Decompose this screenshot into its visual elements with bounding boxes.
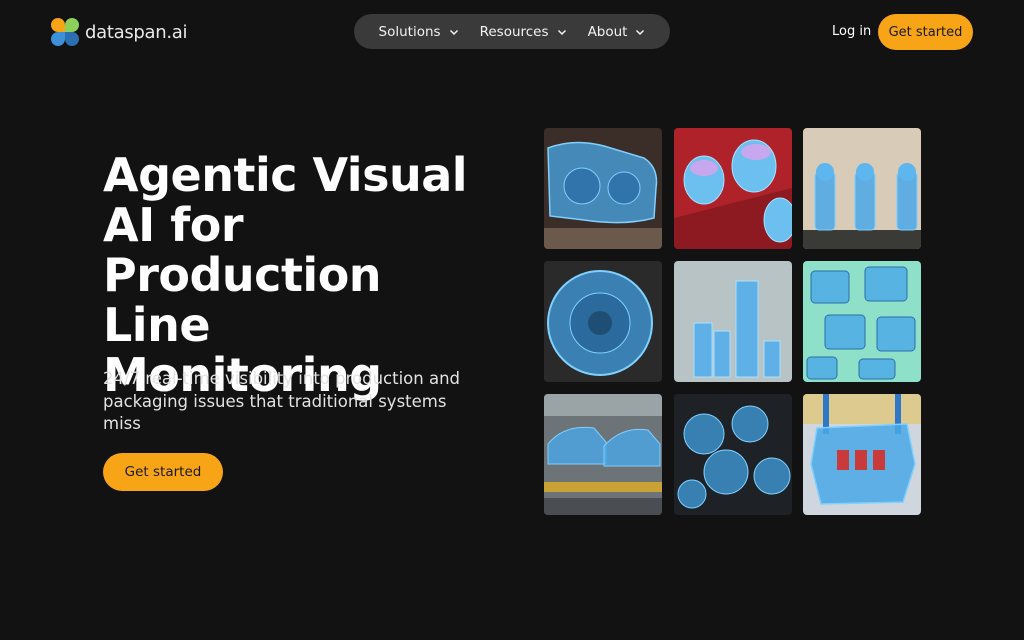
detection-gallery xyxy=(544,128,922,515)
header-get-started-button[interactable]: Get started xyxy=(878,14,973,50)
hero-title: Agentic Visual AI for Production Line Mo… xyxy=(103,150,503,400)
hero-title-line: Agentic Visual xyxy=(103,148,468,202)
chip-boards-image xyxy=(803,261,921,382)
car-assembly-image xyxy=(544,394,662,515)
hero-get-started-button[interactable]: Get started xyxy=(103,453,223,491)
chevron-down-icon xyxy=(636,29,645,35)
chevron-down-icon xyxy=(449,29,458,35)
nav-solutions-label: Solutions xyxy=(378,23,441,40)
login-link[interactable]: Log in xyxy=(832,24,871,39)
chevron-down-icon xyxy=(557,29,566,35)
hero-title-line: Production Line xyxy=(103,248,382,352)
nav-resources[interactable]: Resources xyxy=(480,24,567,40)
nav-resources-label: Resources xyxy=(479,23,549,40)
hero-subtitle: 24/7 real-time visibility into productio… xyxy=(103,369,461,433)
logo-mark-icon xyxy=(51,18,79,46)
shafts-image xyxy=(674,261,792,382)
nav-about-label: About xyxy=(587,23,628,40)
train-bogie-image xyxy=(544,128,662,249)
brand-logo[interactable]: dataspan.ai xyxy=(51,18,188,46)
gears-cluster-image xyxy=(674,394,792,515)
nav-about[interactable]: About xyxy=(588,24,646,40)
main-nav: Solutions Resources About xyxy=(354,14,670,49)
brand-name: dataspan.ai xyxy=(85,21,188,43)
nav-solutions[interactable]: Solutions xyxy=(379,24,459,40)
bottle-caps-image xyxy=(803,128,921,249)
circuit-board-image xyxy=(803,394,921,515)
gear-wheel-image xyxy=(544,261,662,382)
hero-title-line: AI for xyxy=(103,198,244,252)
capacitors-image xyxy=(674,128,792,249)
